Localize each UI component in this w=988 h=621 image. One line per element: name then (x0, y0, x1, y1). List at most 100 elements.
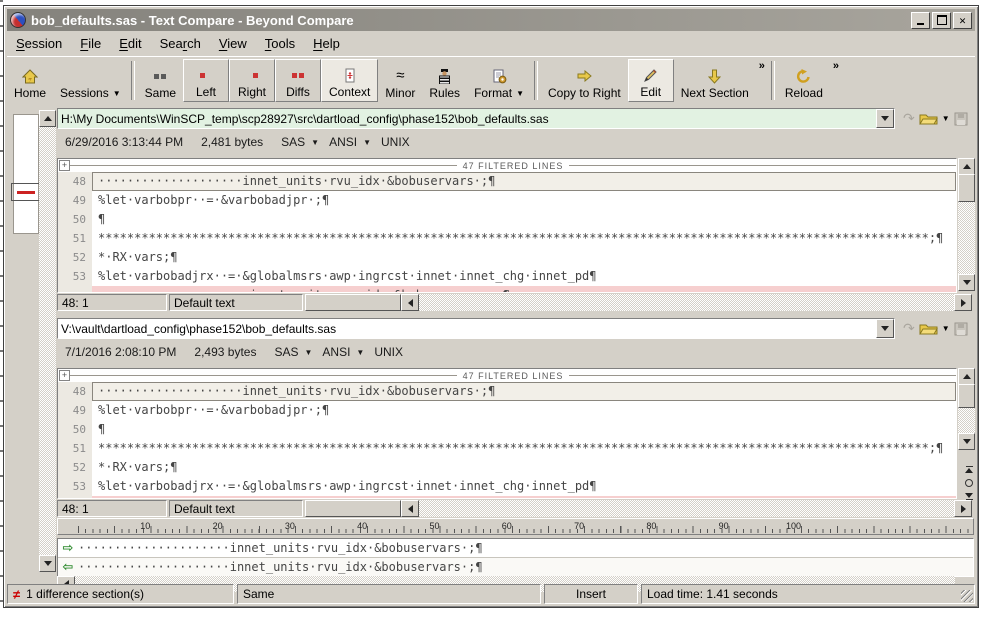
horizontal-scrollbar-thumb[interactable] (305, 294, 401, 311)
scrollbar-thumb[interactable] (958, 384, 975, 408)
copy-to-right-button[interactable]: Copy to Right (541, 59, 628, 102)
left-file-format[interactable]: SAS (281, 135, 305, 149)
right-file-path-field[interactable]: V:\vault\dartload_config\phase152\bob_de… (57, 318, 895, 339)
menu-item-edit[interactable]: Edit (110, 34, 150, 53)
left-file-encoding[interactable]: ANSI (329, 135, 357, 149)
right-button[interactable]: Right (229, 59, 275, 102)
encoding-dropdown-icon[interactable]: ▼ (363, 138, 371, 147)
same-button[interactable]: Same (138, 59, 183, 102)
scroll-right-button[interactable] (954, 500, 972, 517)
code-line-49[interactable]: 49%let·varbobpr··=·&varbobadjpr·;¶ (58, 191, 956, 210)
scroll-up-button[interactable] (39, 110, 56, 127)
code-line-53[interactable]: 53%let·varbobadjrx··=·&globalmsrs·awp·in… (58, 267, 956, 286)
edit-button[interactable]: Edit (628, 59, 674, 102)
detail-line-right[interactable]: ⇨·····················innet_units·rvu_id… (58, 539, 973, 558)
code-line-50[interactable]: 50¶ (58, 210, 956, 229)
current-difference-button[interactable] (965, 479, 973, 487)
toolbar-overflow-chevron[interactable]: » (756, 58, 768, 74)
title-bar[interactable]: bob_defaults.sas - Text Compare - Beyond… (7, 9, 975, 31)
scroll-down-button[interactable] (958, 433, 975, 450)
minor-button[interactable]: ≈Minor (378, 59, 422, 102)
right-file-path[interactable]: V:\vault\dartload_config\phase152\bob_de… (58, 322, 876, 336)
code-line-51[interactable]: 51**************************************… (58, 439, 956, 458)
code-text[interactable]: ····················innet_units·rvu_idx·… (92, 382, 956, 401)
scroll-down-button[interactable] (39, 555, 56, 572)
code-text[interactable]: %let·varbobadjrx··=·&globalmsrs·awp·ingr… (92, 477, 956, 496)
scrollbar-thumb[interactable] (958, 174, 975, 202)
code-text[interactable]: ****************************************… (92, 229, 956, 248)
horizontal-scrollbar-track[interactable] (419, 500, 954, 517)
code-line-48[interactable]: 48····················innet_units·rvu_id… (58, 382, 956, 401)
code-text[interactable]: ····················innet_units·rvu_idx·… (92, 172, 956, 191)
code-line-49[interactable]: 49%let·varbobpr··=·&varbobadjpr·;¶ (58, 401, 956, 420)
code-text[interactable]: *·RX·vars;¶ (92, 458, 956, 477)
code-text[interactable]: ¶ (92, 210, 956, 229)
scroll-up-button[interactable] (958, 368, 975, 385)
sessions-button[interactable]: Sessions▼ (53, 59, 128, 102)
menu-item-view[interactable]: View (210, 34, 256, 53)
code-text[interactable]: ·····················innet_units·rvu_idx… (92, 496, 956, 499)
window-resize-grip[interactable] (961, 590, 973, 602)
code-line-52[interactable]: 52*·RX·vars;¶ (58, 458, 956, 477)
left-pane-vertical-scrollbar[interactable] (958, 158, 975, 291)
reload-button[interactable]: Reload (778, 59, 830, 102)
viewport-indicator[interactable] (11, 183, 41, 201)
close-button[interactable]: ✕ (953, 12, 972, 29)
scroll-left-button[interactable] (401, 500, 419, 517)
scroll-up-button[interactable] (958, 158, 975, 175)
open-file-icon[interactable] (919, 322, 938, 336)
code-line-52[interactable]: 52*·RX·vars;¶ (58, 248, 956, 267)
format-dropdown-icon[interactable]: ▼ (311, 138, 319, 147)
detail-line-left[interactable]: ⇦·····················innet_units·rvu_id… (58, 558, 973, 576)
left-file-path-field[interactable]: H:\My Documents\WinSCP_temp\scp28927\src… (57, 108, 895, 129)
maximize-button[interactable] (932, 12, 951, 29)
scroll-down-button[interactable] (958, 274, 975, 291)
menu-item-search[interactable]: Search (151, 34, 210, 53)
menu-item-session[interactable]: Session (7, 34, 71, 53)
code-text[interactable]: %let·varbobpr··=·&varbobadjpr·;¶ (92, 401, 956, 420)
code-text[interactable]: *·RX·vars;¶ (92, 248, 956, 267)
swap-sides-icon[interactable]: ↷ (903, 320, 915, 337)
code-text[interactable]: ¶ (92, 420, 956, 439)
right-file-format[interactable]: SAS (274, 345, 298, 359)
home-button[interactable]: Home (7, 59, 53, 102)
encoding-dropdown-icon[interactable]: ▼ (356, 348, 364, 357)
minimize-button[interactable] (911, 12, 930, 29)
swap-sides-icon[interactable]: ↷ (903, 110, 915, 127)
horizontal-scrollbar-track[interactable] (419, 294, 954, 311)
code-line-50[interactable]: 50¶ (58, 420, 956, 439)
code-line-partial-diff[interactable]: ·····················innet_units·rvu_idx… (58, 496, 956, 499)
code-text[interactable]: %let·varbobadjrx··=·&globalmsrs·awp·ingr… (92, 267, 956, 286)
expand-filtered-lines-button[interactable]: + (59, 370, 70, 381)
scroll-left-button[interactable] (401, 294, 419, 311)
format-dropdown-icon[interactable]: ▼ (304, 348, 312, 357)
open-file-icon[interactable] (919, 112, 938, 126)
chevron-down-icon[interactable]: ▼ (113, 89, 121, 98)
diff-overview-map[interactable] (13, 114, 39, 234)
right-path-dropdown-button[interactable] (876, 319, 894, 338)
diffs-button[interactable]: Diffs (275, 59, 321, 102)
context-button[interactable]: Context (321, 59, 378, 102)
code-line-51[interactable]: 51**************************************… (58, 229, 956, 248)
code-text[interactable]: ·····················innet_units·rvu_idx… (92, 286, 956, 292)
open-file-dropdown-icon[interactable]: ▼ (942, 324, 950, 333)
code-line-53[interactable]: 53%let·varbobadjrx··=·&globalmsrs·awp·in… (58, 477, 956, 496)
scroll-right-button[interactable] (954, 294, 972, 311)
next-section-button[interactable]: Next Section (674, 59, 756, 102)
code-line-48[interactable]: 48····················innet_units·rvu_id… (58, 172, 956, 191)
right-file-encoding[interactable]: ANSI (322, 345, 350, 359)
left-code-pane[interactable]: + 47 FILTERED LINES 48··················… (57, 158, 957, 293)
menu-item-help[interactable]: Help (304, 34, 349, 53)
toolbar-overflow-chevron[interactable]: » (830, 58, 842, 74)
code-text[interactable]: ****************************************… (92, 439, 956, 458)
right-pane-vertical-scrollbar[interactable] (958, 368, 975, 450)
right-code-pane[interactable]: + 47 FILTERED LINES 48··················… (57, 368, 957, 499)
menu-item-tools[interactable]: Tools (256, 34, 304, 53)
code-text[interactable]: %let·varbobpr··=·&varbobadjpr·;¶ (92, 191, 956, 210)
left-file-path[interactable]: H:\My Documents\WinSCP_temp\scp28927\src… (58, 112, 876, 126)
open-file-dropdown-icon[interactable]: ▼ (942, 114, 950, 123)
left-path-dropdown-button[interactable] (876, 109, 894, 128)
shared-vertical-scrollbar[interactable] (39, 110, 56, 572)
chevron-down-icon[interactable]: ▼ (516, 89, 524, 98)
code-line-partial-diff[interactable]: ·····················innet_units·rvu_idx… (58, 286, 956, 292)
